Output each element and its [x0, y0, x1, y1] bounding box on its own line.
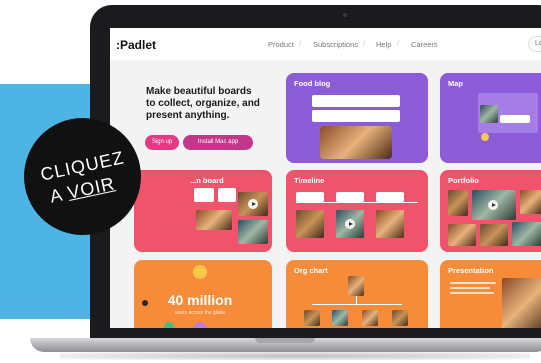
portfolio-photo [448, 224, 476, 246]
org-chart-avatar [332, 310, 348, 326]
timeline-card[interactable]: Timeline [286, 170, 428, 252]
org-chart-avatar [348, 276, 364, 296]
org-chart-avatar [304, 310, 320, 326]
top-nav: :Padlet Product / Subscriptions / Help /… [110, 28, 541, 60]
click-to-view-badge[interactable]: CLIQUEZ A VOIR [24, 118, 141, 235]
nav-separator: / [397, 39, 400, 48]
play-icon[interactable] [345, 219, 355, 229]
user-count-caption: users across the globe [174, 310, 226, 316]
text-line [450, 282, 496, 284]
card-title: Food blog [294, 79, 331, 88]
timeline-post [296, 192, 324, 202]
nav-separator: / [299, 39, 302, 48]
org-chart-avatar [392, 310, 408, 326]
portfolio-card[interactable]: Portfolio [440, 170, 541, 252]
card-title: Map [448, 79, 463, 88]
map-pin-label [500, 115, 530, 123]
laptop-shadow [60, 352, 530, 360]
stats-card: 40 million users across the globe [134, 260, 272, 328]
org-chart-connector [356, 296, 357, 304]
map-card[interactable]: Map [440, 73, 541, 163]
timeline-photo [296, 210, 324, 238]
food-blog-card[interactable]: Food blog [286, 73, 428, 163]
nav-separator: / [363, 39, 366, 48]
text-line [450, 287, 490, 289]
org-chart-card[interactable]: Org chart [286, 260, 428, 328]
card-title: Org chart [294, 266, 328, 275]
signup-button[interactable]: Sign up [145, 135, 179, 150]
food-photo [320, 126, 392, 159]
post-card [312, 110, 400, 122]
org-chart-avatar [362, 310, 378, 326]
map-pin-icon [481, 133, 489, 141]
user-count: 40 million [167, 292, 233, 308]
monster-sticker-icon [194, 322, 206, 328]
play-icon[interactable] [248, 199, 258, 209]
post-card [194, 188, 214, 202]
smiley-sticker-icon [193, 265, 207, 279]
play-icon[interactable] [488, 200, 498, 210]
presentation-card[interactable]: Presentation [440, 260, 541, 328]
nav-link-subscriptions[interactable]: Subscriptions [313, 40, 358, 49]
post-card [218, 188, 236, 202]
timeline-line [296, 202, 418, 203]
card-title: Timeline [294, 176, 325, 185]
post-card [312, 95, 400, 107]
laptop-screen: :Padlet Product / Subscriptions / Help /… [110, 28, 541, 328]
card-title: Presentation [448, 266, 494, 275]
portfolio-photo [480, 224, 508, 246]
install-mac-app-button[interactable]: Install Mac app [183, 135, 253, 150]
text-line [450, 292, 494, 294]
card-title: Portfolio [448, 176, 479, 185]
portfolio-photo [520, 190, 541, 214]
timeline-post [376, 192, 404, 202]
timeline-post [336, 192, 364, 202]
mood-photo [238, 220, 268, 244]
hero-headline: Make beautiful boards to collect, organi… [146, 86, 260, 121]
nav-link-help[interactable]: Help [376, 40, 391, 49]
portfolio-photo [512, 222, 541, 246]
cactus-sticker-icon [164, 322, 174, 328]
map-photo [480, 105, 498, 123]
portfolio-photo [448, 190, 468, 216]
login-button[interactable]: Lo [528, 36, 541, 52]
padlet-logo[interactable]: :Padlet [116, 38, 156, 52]
presentation-photo [502, 278, 541, 328]
webcam-icon [343, 13, 347, 17]
mood-photo [196, 210, 232, 230]
laptop-notch [255, 338, 315, 343]
org-chart-connector [312, 304, 402, 305]
nav-link-product[interactable]: Product [268, 40, 294, 49]
nav-link-careers[interactable]: Careers [411, 40, 438, 49]
mood-board-card[interactable]: ...n board [134, 170, 272, 252]
star-sticker-icon [142, 300, 148, 306]
card-title: ...n board [190, 176, 224, 185]
timeline-photo [376, 210, 404, 238]
